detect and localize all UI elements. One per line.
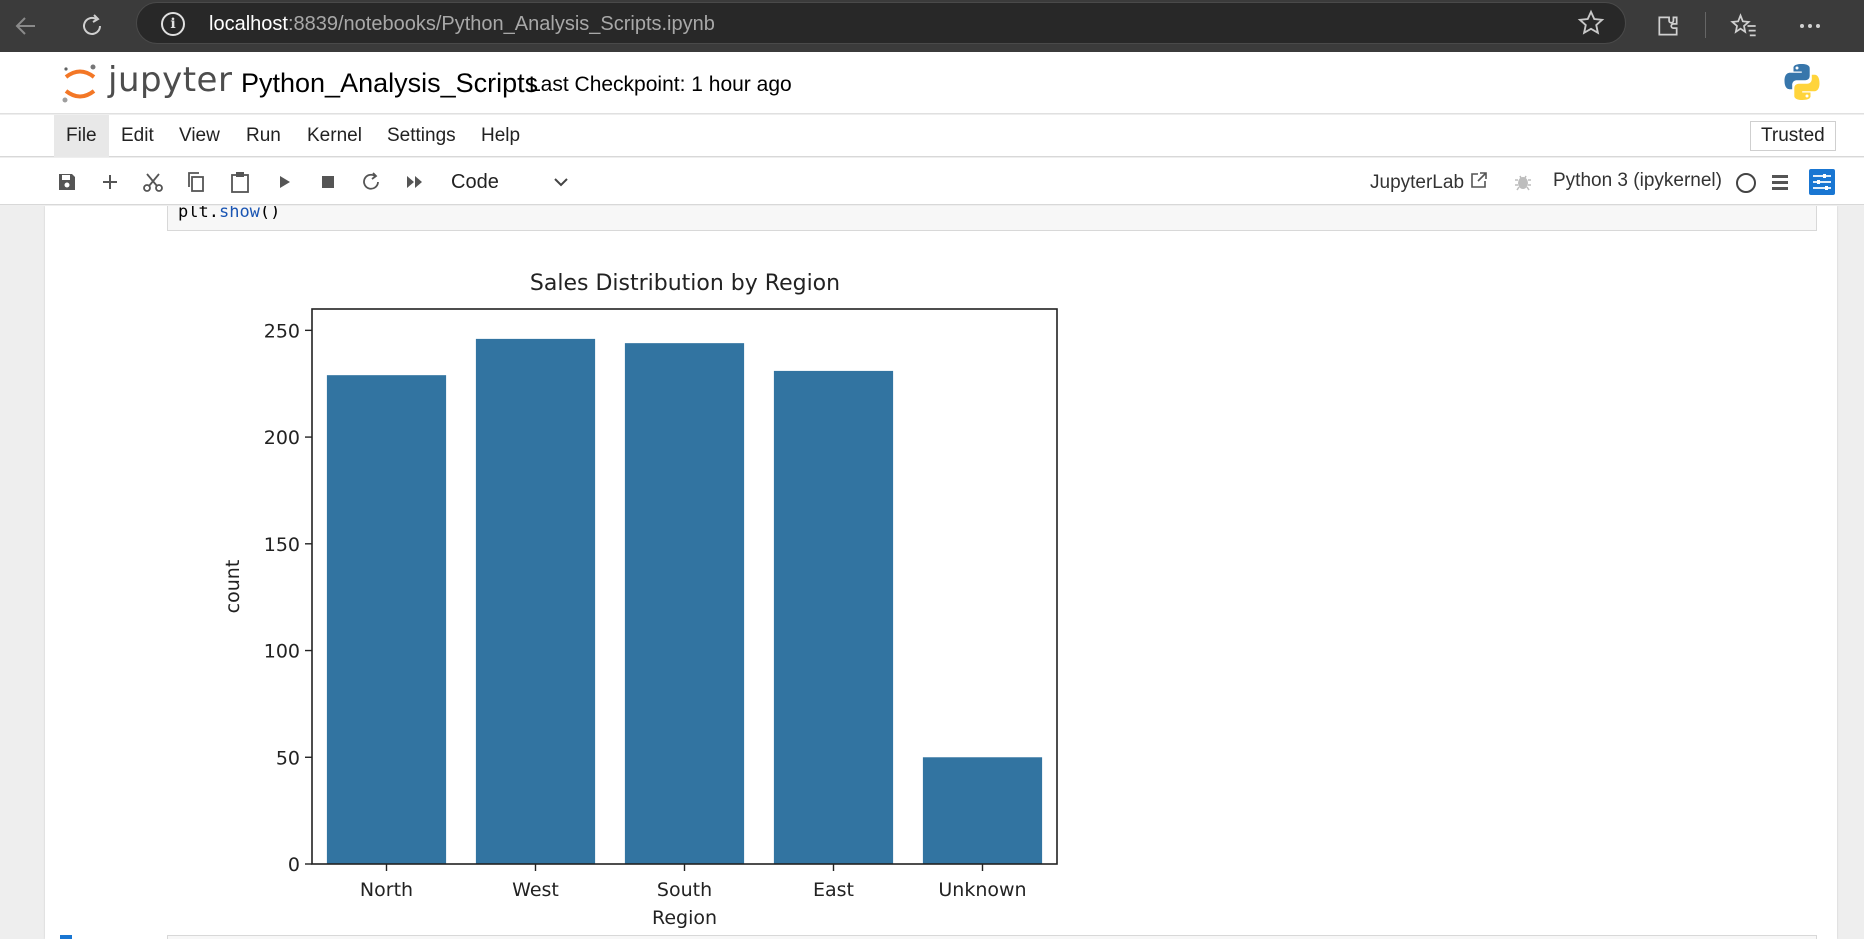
menu-edit[interactable]: Edit xyxy=(109,115,166,157)
debugger-icon[interactable] xyxy=(1507,166,1539,198)
menu-kernel[interactable]: Kernel xyxy=(295,115,374,157)
x-tick-label: South xyxy=(657,879,712,901)
menu-view[interactable]: View xyxy=(167,115,232,157)
cut-icon[interactable] xyxy=(137,166,169,198)
last-checkpoint: Last Checkpoint: 1 hour ago xyxy=(529,73,792,96)
run-icon[interactable] xyxy=(268,166,300,198)
chart-x-ticks: North West South East Unknown xyxy=(360,864,1027,901)
notebook-panel: plt.show() Sales Distribution by Region … xyxy=(45,206,1837,939)
menu-run[interactable]: Run xyxy=(234,115,293,157)
jupyter-header: jupyter Python_Analysis_Scripts Last Che… xyxy=(0,52,1864,114)
stop-icon[interactable] xyxy=(312,166,344,198)
back-icon[interactable] xyxy=(10,10,42,42)
browser-toolbar: i localhost:8839/notebooks/Python_Analys… xyxy=(0,0,1864,52)
more-options-icon[interactable] xyxy=(1794,10,1826,42)
y-tick-label: 50 xyxy=(276,747,300,769)
kernel-name[interactable]: Python 3 (ipykernel) xyxy=(1553,170,1722,192)
x-tick-label: North xyxy=(360,879,413,901)
notebook-title[interactable]: Python_Analysis_Scripts xyxy=(241,68,538,99)
y-tick-label: 100 xyxy=(264,641,300,663)
jupyter-logo-text[interactable]: jupyter xyxy=(108,60,232,100)
x-tick-label: Unknown xyxy=(938,879,1026,901)
copy-icon[interactable] xyxy=(180,166,212,198)
menu-file[interactable]: File xyxy=(54,115,109,157)
python-logo-icon xyxy=(1784,64,1820,100)
chart-title: Sales Distribution by Region xyxy=(530,271,840,296)
code-parens: () xyxy=(259,206,281,222)
bar-chart: Sales Distribution by Region count Regio… xyxy=(222,271,1058,929)
favorites-icon[interactable] xyxy=(1728,10,1760,42)
refresh-icon[interactable] xyxy=(76,10,108,42)
chevron-down-icon xyxy=(551,168,571,200)
code-dot: . xyxy=(208,206,219,222)
y-tick-label: 200 xyxy=(264,427,300,449)
save-icon[interactable] xyxy=(51,166,83,198)
x-tick-label: East xyxy=(813,879,854,901)
chart-y-ticks: 0 50 100 150 200 250 xyxy=(264,320,312,876)
cell-type-value: Code xyxy=(451,171,499,193)
chart-bar xyxy=(475,338,596,864)
address-bar[interactable]: i localhost:8839/notebooks/Python_Analys… xyxy=(136,2,1626,44)
y-tick-label: 250 xyxy=(264,320,300,342)
code-function: show xyxy=(218,206,260,222)
code-object: plt xyxy=(178,206,209,222)
next-code-cell[interactable] xyxy=(167,935,1817,939)
site-info-icon[interactable]: i xyxy=(161,12,185,36)
property-inspector-icon[interactable] xyxy=(1806,166,1838,198)
restart-kernel-icon[interactable] xyxy=(355,166,387,198)
trusted-indicator[interactable]: Trusted xyxy=(1750,121,1836,151)
kernel-status-icon xyxy=(1736,173,1756,193)
chart-x-axis-label: Region xyxy=(652,907,717,929)
paste-icon[interactable] xyxy=(224,166,256,198)
favorite-star-icon[interactable] xyxy=(1577,9,1605,44)
chart-y-axis-label: count xyxy=(222,560,244,614)
url-host: localhost xyxy=(209,13,288,35)
jupyterlab-label: JupyterLab xyxy=(1370,172,1465,193)
x-tick-label: West xyxy=(512,879,559,901)
cell-type-select[interactable]: Code xyxy=(451,168,571,196)
open-jupyterlab-link[interactable]: JupyterLab xyxy=(1370,170,1489,194)
restart-run-all-icon[interactable] xyxy=(399,166,431,198)
chart-bar xyxy=(624,343,745,865)
toc-icon[interactable] xyxy=(1764,166,1796,198)
code-cell-input[interactable]: plt.show() xyxy=(167,206,1817,231)
y-tick-label: 150 xyxy=(264,534,300,556)
notebook-area: plt.show() Sales Distribution by Region … xyxy=(0,206,1864,939)
chart-bar xyxy=(922,757,1043,864)
url-text[interactable]: localhost:8839/notebooks/Python_Analysis… xyxy=(209,13,715,36)
external-link-icon xyxy=(1471,172,1488,188)
y-tick-label: 0 xyxy=(288,854,300,876)
add-cell-icon[interactable] xyxy=(94,166,126,198)
notebook-toolbar: Code JupyterLab Python 3 (ipykernel) xyxy=(0,158,1864,205)
chart-bar xyxy=(326,375,447,864)
active-cell-marker xyxy=(60,935,72,939)
jupyter-logo-icon[interactable] xyxy=(60,60,100,106)
menu-settings[interactable]: Settings xyxy=(375,115,468,157)
extensions-icon[interactable] xyxy=(1652,10,1684,42)
toolbar-divider xyxy=(1705,12,1706,38)
chart-bar xyxy=(773,370,894,864)
code-line: plt.show() xyxy=(178,206,280,222)
menu-help[interactable]: Help xyxy=(469,115,532,157)
chart-bars xyxy=(326,338,1043,865)
menu-bar: File Edit View Run Kernel Settings Help … xyxy=(0,115,1864,157)
url-path: :8839/notebooks/Python_Analysis_Scripts.… xyxy=(287,13,715,35)
